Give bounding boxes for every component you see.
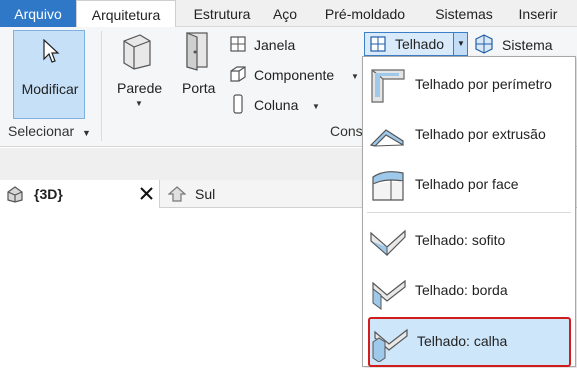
roof-footprint-icon [371,69,405,103]
roof-grid-icon [370,36,386,52]
roof-gutter-item[interactable]: Telhado: calha [368,317,571,367]
modify-button[interactable]: Modificar [13,30,85,119]
chevron-down-icon[interactable]: ▼ [312,102,320,111]
roof-fascia-label: Telhado: borda [415,282,508,298]
roof-soffit-icon [370,229,406,257]
roof-by-face-label: Telhado por face [415,176,519,192]
chevron-down-icon[interactable]: ▼ [135,99,143,108]
cursor-icon [43,39,60,63]
chevron-down-icon[interactable]: ▼ [351,72,359,81]
chevron-down-icon: ▼ [457,39,465,48]
roof-gutter-label: Telhado: calha [417,333,508,349]
tab-sistemas[interactable]: Sistemas [424,0,504,27]
panel-divider [101,31,102,141]
roof-by-footprint-item[interactable]: Telhado por perímetro [363,60,575,110]
roof-button-label: Telhado [395,36,445,52]
roof-by-footprint-label: Telhado por perímetro [415,76,552,92]
modify-label: Modificar [21,81,79,97]
menu-separator [367,212,571,213]
view-tab-3d[interactable]: {3D} [0,180,160,208]
roof-by-extrusion-item[interactable]: Telhado por extrusão [363,110,575,160]
view-tab-3d-label: {3D} [34,186,63,202]
roof-fascia-item[interactable]: Telhado: borda [363,266,575,316]
column-icon [233,94,243,114]
roof-face-icon [372,171,404,201]
window-icon [230,36,246,52]
component-icon [230,66,246,82]
roof-soffit-label: Telhado: sofito [415,232,506,248]
roof-by-face-item[interactable]: Telhado por face [363,160,575,210]
roof-dropdown-toggle[interactable]: ▼ [453,32,468,56]
tab-aco[interactable]: Aço [266,0,304,27]
tab-pre-moldado[interactable]: Pré-moldado [312,0,418,27]
roof-dropdown-menu: Telhado por perímetro Telhado por extrus… [362,56,576,367]
roof-by-extrusion-label: Telhado por extrusão [415,126,546,142]
roof-gutter-icon [372,328,408,362]
window-button-label[interactable]: Janela [254,37,295,53]
tab-arquitetura[interactable]: Arquitetura [76,0,176,28]
roof-extrusion-icon [369,129,404,147]
roof-fascia-icon [372,279,406,310]
door-icon[interactable] [184,31,214,71]
tab-arquivo[interactable]: Arquivo [0,0,76,27]
column-button-label[interactable]: Coluna [254,97,298,113]
ribbon-tab-bar: Arquivo Arquitetura Estrutura Aço Pré-mo… [0,0,577,28]
tab-estrutura[interactable]: Estrutura [182,0,262,27]
select-panel-title[interactable]: Selecionar ▼ [8,123,91,139]
wall-button-label[interactable]: Parede [117,80,162,96]
component-button-label[interactable]: Componente [254,67,334,83]
view-tab-south-label[interactable]: Sul [195,186,215,202]
tab-inserir[interactable]: Inserir [508,0,568,27]
chevron-down-icon: ▼ [82,128,91,138]
door-button-label[interactable]: Porta [182,80,215,96]
elevation-icon [168,186,186,202]
revit-window: Arquivo Arquitetura Estrutura Aço Pré-mo… [0,0,577,368]
house-3d-icon [7,186,23,203]
wall-icon[interactable] [118,33,156,71]
close-icon[interactable] [140,187,153,200]
roof-soffit-item[interactable]: Telhado: sofito [363,216,575,266]
system-label-text: Sistema [502,37,553,53]
select-panel-label: Selecionar [8,123,75,139]
curtain-system-icon [475,34,493,54]
